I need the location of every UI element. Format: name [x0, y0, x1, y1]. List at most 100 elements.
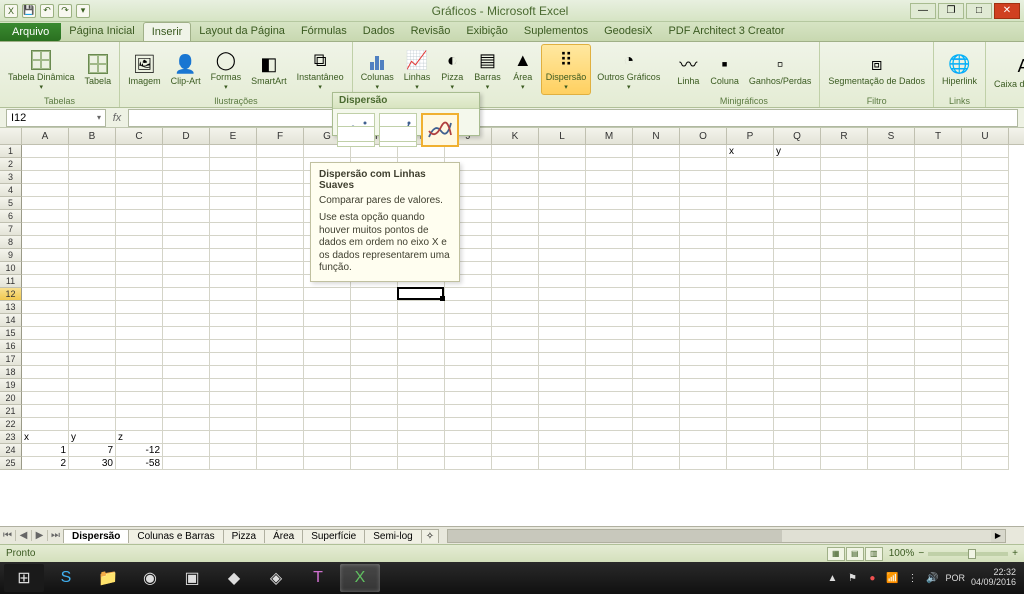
cell[interactable]	[163, 249, 210, 262]
cell[interactable]	[210, 236, 257, 249]
cell[interactable]	[774, 366, 821, 379]
cell[interactable]	[727, 353, 774, 366]
cell[interactable]	[633, 236, 680, 249]
cell[interactable]	[586, 444, 633, 457]
column-header[interactable]: N	[633, 128, 680, 144]
cell[interactable]	[210, 379, 257, 392]
tray-av-icon[interactable]: ●	[865, 571, 879, 585]
cell[interactable]	[22, 301, 69, 314]
cell[interactable]	[492, 145, 539, 158]
cell[interactable]	[821, 418, 868, 431]
cell[interactable]	[586, 418, 633, 431]
cell[interactable]	[821, 210, 868, 223]
scatter-straight-markers-option[interactable]	[337, 126, 375, 142]
cell[interactable]	[69, 392, 116, 405]
cell[interactable]	[680, 431, 727, 444]
cell[interactable]	[492, 210, 539, 223]
cell[interactable]	[398, 405, 445, 418]
cell[interactable]	[351, 340, 398, 353]
cell[interactable]	[210, 184, 257, 197]
cell[interactable]	[22, 210, 69, 223]
taskbar-app1[interactable]: ▣	[172, 564, 212, 592]
cell[interactable]	[586, 236, 633, 249]
cell[interactable]	[868, 379, 915, 392]
cell[interactable]: 2	[22, 457, 69, 470]
close-button[interactable]: ✕	[994, 3, 1020, 19]
cell[interactable]	[539, 197, 586, 210]
horizontal-scrollbar[interactable]: ◀ ▶	[447, 529, 1006, 543]
cell[interactable]	[398, 392, 445, 405]
cell[interactable]	[962, 158, 1009, 171]
cell[interactable]	[304, 327, 351, 340]
cell[interactable]	[69, 184, 116, 197]
cell[interactable]	[492, 405, 539, 418]
cell[interactable]	[257, 418, 304, 431]
tab-exibição[interactable]: Exibição	[458, 22, 516, 41]
cell[interactable]	[163, 223, 210, 236]
cell[interactable]	[304, 431, 351, 444]
cell[interactable]	[727, 158, 774, 171]
cell[interactable]	[116, 275, 163, 288]
cell[interactable]	[962, 314, 1009, 327]
cell[interactable]	[492, 444, 539, 457]
cell[interactable]	[868, 431, 915, 444]
line-chart-button[interactable]: 📈Linhas▾	[400, 44, 435, 95]
file-tab[interactable]: Arquivo	[0, 23, 61, 41]
cell[interactable]	[22, 158, 69, 171]
column-header[interactable]: R	[821, 128, 868, 144]
cell[interactable]	[821, 223, 868, 236]
cell[interactable]	[821, 184, 868, 197]
cell[interactable]	[633, 275, 680, 288]
cell[interactable]: 30	[69, 457, 116, 470]
cell[interactable]	[633, 223, 680, 236]
cell[interactable]	[210, 405, 257, 418]
cell[interactable]	[680, 314, 727, 327]
cell[interactable]	[445, 301, 492, 314]
cell[interactable]	[727, 184, 774, 197]
cell[interactable]	[962, 249, 1009, 262]
formula-input[interactable]	[128, 109, 1018, 127]
cell[interactable]	[163, 236, 210, 249]
cell[interactable]	[915, 405, 962, 418]
cell[interactable]	[163, 288, 210, 301]
cell[interactable]	[821, 340, 868, 353]
cell[interactable]	[868, 145, 915, 158]
start-button[interactable]: ⊞	[4, 564, 44, 592]
taskbar-skype[interactable]: S	[46, 564, 86, 592]
cell[interactable]	[116, 210, 163, 223]
cell[interactable]	[398, 457, 445, 470]
cell[interactable]	[210, 301, 257, 314]
cell[interactable]	[727, 275, 774, 288]
taskbar-chrome[interactable]: ◉	[130, 564, 170, 592]
cell[interactable]	[304, 288, 351, 301]
cell[interactable]	[915, 353, 962, 366]
cell[interactable]	[727, 171, 774, 184]
cell[interactable]	[210, 353, 257, 366]
cell[interactable]	[868, 327, 915, 340]
cell[interactable]	[680, 223, 727, 236]
cell[interactable]	[915, 392, 962, 405]
column-header[interactable]: C	[116, 128, 163, 144]
cell[interactable]	[868, 366, 915, 379]
cell[interactable]	[821, 197, 868, 210]
cell[interactable]	[69, 249, 116, 262]
scroll-right-icon[interactable]: ▶	[991, 530, 1005, 542]
cell[interactable]	[633, 405, 680, 418]
cell[interactable]	[257, 340, 304, 353]
cell[interactable]	[351, 444, 398, 457]
cell[interactable]	[680, 145, 727, 158]
qat-custom-icon[interactable]: ▾	[76, 4, 90, 18]
cell[interactable]	[257, 327, 304, 340]
sheet-tab[interactable]: Colunas e Barras	[128, 529, 223, 543]
row-header[interactable]: 14	[0, 314, 22, 327]
row-header[interactable]: 20	[0, 392, 22, 405]
cell[interactable]	[69, 353, 116, 366]
row-header[interactable]: 6	[0, 210, 22, 223]
cell[interactable]	[774, 236, 821, 249]
cell[interactable]	[680, 249, 727, 262]
cell[interactable]	[351, 392, 398, 405]
normal-view-button[interactable]: ▦	[827, 547, 845, 561]
cell[interactable]	[774, 444, 821, 457]
cell[interactable]	[69, 197, 116, 210]
cell[interactable]	[210, 288, 257, 301]
